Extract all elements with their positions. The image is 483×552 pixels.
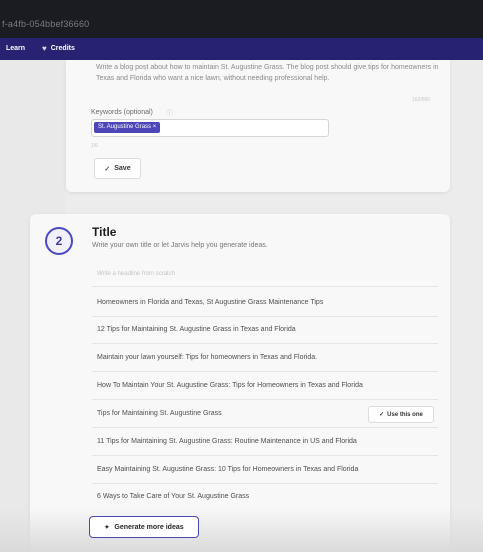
divider [92, 455, 438, 456]
save-button[interactable]: ✓ Save [94, 158, 141, 179]
title-idea-2[interactable]: 12 Tips for Maintaining St. Augustine Gr… [92, 318, 372, 342]
browser-top-bar: f-a4fb-054bbef36660 [0, 0, 483, 38]
bottom-fade-overlay [0, 508, 483, 552]
divider [92, 316, 438, 317]
app-navbar: Learn ♥ Credits [0, 38, 483, 60]
save-label: Save [114, 165, 131, 172]
title-section-heading: Title [92, 225, 117, 239]
divider [92, 343, 438, 344]
use-this-one-label: Use this one [387, 411, 423, 418]
title-idea-7[interactable]: Easy Maintaining St. Augustine Grass: 10… [92, 458, 372, 482]
heart-icon: ♥ [42, 44, 47, 53]
sparkle-icon: ✦ [104, 524, 110, 531]
generate-label: Generate more ideas [114, 523, 184, 531]
step-number-badge: 2 [45, 227, 73, 255]
info-icon[interactable]: ⓘ [166, 108, 173, 118]
url-fragment: f-a4fb-054bbef36660 [2, 19, 90, 29]
description-textarea[interactable]: Write a blog post about how to maintain … [96, 62, 441, 84]
title-idea-8[interactable]: 6 Ways to Take Care of Your St. Augustin… [92, 485, 372, 509]
divider [92, 483, 438, 484]
use-this-one-button[interactable]: ✓ Use this one [368, 406, 434, 423]
keywords-label: Keywords (optional) [91, 109, 153, 116]
title-idea-6[interactable]: 11 Tips for Maintaining St. Augustine Gr… [92, 430, 372, 454]
keywords-count: 1/6 [91, 143, 98, 149]
title-section-subheading: Write your own title or let Jarvis help … [92, 242, 268, 249]
generate-more-ideas-button[interactable]: ✦ Generate more ideas [89, 516, 199, 538]
credits-label: Credits [50, 45, 75, 52]
title-input[interactable]: Write a headline from scratch [97, 271, 175, 277]
divider [92, 286, 438, 287]
title-idea-3[interactable]: Maintain your lawn yourself: Tips for ho… [92, 346, 372, 370]
title-idea-1[interactable]: Homeowners in Florida and Texas, St Augu… [92, 291, 372, 315]
keyword-chip[interactable]: St. Augustine Grass × [94, 122, 161, 133]
divider [92, 371, 438, 372]
description-char-count: 162/600 [412, 97, 431, 103]
check-icon: ✓ [104, 165, 111, 173]
title-idea-4[interactable]: How To Maintain Your St. Augustine Grass… [92, 374, 372, 398]
check-icon: ✓ [379, 412, 385, 418]
nav-learn-link[interactable]: Learn [6, 45, 25, 52]
nav-credits-link[interactable]: ♥ Credits [42, 44, 75, 53]
divider [92, 399, 438, 400]
divider [92, 427, 438, 428]
